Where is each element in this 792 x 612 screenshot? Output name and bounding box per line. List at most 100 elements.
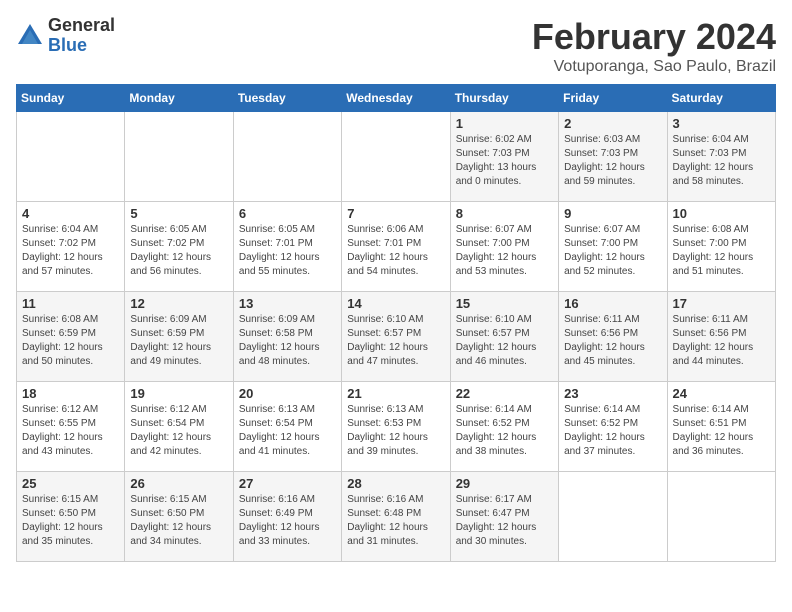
day-info: Sunrise: 6:13 AM Sunset: 6:53 PM Dayligh… (347, 403, 444, 459)
logo-blue: Blue (48, 36, 115, 56)
day-info: Sunrise: 6:16 AM Sunset: 6:49 PM Dayligh… (239, 493, 336, 549)
day-number: 6 (239, 206, 336, 221)
day-number: 12 (130, 296, 227, 311)
location-subtitle: Votuporanga, Sao Paulo, Brazil (532, 58, 776, 76)
day-number: 18 (22, 386, 119, 401)
weekday-header-wednesday: Wednesday (342, 85, 450, 112)
calendar-cell (125, 112, 233, 202)
calendar-table: SundayMondayTuesdayWednesdayThursdayFrid… (16, 84, 776, 562)
calendar-cell (342, 112, 450, 202)
day-number: 1 (456, 116, 553, 131)
calendar-cell: 27 Sunrise: 6:16 AM Sunset: 6:49 PM Dayli… (233, 472, 341, 562)
day-number: 25 (22, 476, 119, 491)
day-number: 3 (673, 116, 770, 131)
calendar-week-2: 4Sunrise: 6:04 AM Sunset: 7:02 PM Daylig… (17, 202, 776, 292)
day-number: 23 (564, 386, 661, 401)
calendar-cell: 12 Sunrise: 6:09 AM Sunset: 6:59 PM Dayli… (125, 292, 233, 382)
calendar-cell: 6Sunrise: 6:05 AM Sunset: 7:01 PM Daylig… (233, 202, 341, 292)
calendar-cell: 29Sunrise: 6:17 AM Sunset: 6:47 PM Dayli… (450, 472, 558, 562)
day-number: 13 (239, 296, 336, 311)
calendar-cell: 24 Sunrise: 6:14 AM Sunset: 6:51 PM Dayli… (667, 382, 775, 472)
calendar-cell: 20 Sunrise: 6:13 AM Sunset: 6:54 PM Dayli… (233, 382, 341, 472)
day-info: Sunrise: 6:14 AM Sunset: 6:52 PM Dayligh… (564, 403, 661, 459)
day-info: Sunrise: 6:12 AM Sunset: 6:54 PM Dayligh… (130, 403, 227, 459)
day-info: Sunrise: 6:04 AM Sunset: 7:03 PM Dayligh… (673, 133, 770, 189)
day-number: 24 (673, 386, 770, 401)
day-info: Sunrise: 6:05 AM Sunset: 7:02 PM Dayligh… (130, 223, 227, 279)
day-info: Sunrise: 6:08 AM Sunset: 7:00 PM Dayligh… (673, 223, 770, 279)
weekday-header-thursday: Thursday (450, 85, 558, 112)
day-number: 15 (456, 296, 553, 311)
day-info: Sunrise: 6:15 AM Sunset: 6:50 PM Dayligh… (22, 493, 119, 549)
calendar-cell: 2 Sunrise: 6:03 AM Sunset: 7:03 PM Daylig… (559, 112, 667, 202)
day-info: Sunrise: 6:09 AM Sunset: 6:58 PM Dayligh… (239, 313, 336, 369)
calendar-cell: 1 Sunrise: 6:02 AM Sunset: 7:03 PM Daylig… (450, 112, 558, 202)
calendar-cell (559, 472, 667, 562)
calendar-cell (233, 112, 341, 202)
calendar-week-1: 1 Sunrise: 6:02 AM Sunset: 7:03 PM Daylig… (17, 112, 776, 202)
logo-icon (16, 22, 44, 50)
day-number: 27 (239, 476, 336, 491)
day-number: 7 (347, 206, 444, 221)
day-info: Sunrise: 6:15 AM Sunset: 6:50 PM Dayligh… (130, 493, 227, 549)
day-info: Sunrise: 6:14 AM Sunset: 6:51 PM Dayligh… (673, 403, 770, 459)
weekday-header-saturday: Saturday (667, 85, 775, 112)
weekday-header-sunday: Sunday (17, 85, 125, 112)
calendar-cell: 5 Sunrise: 6:05 AM Sunset: 7:02 PM Daylig… (125, 202, 233, 292)
day-info: Sunrise: 6:10 AM Sunset: 6:57 PM Dayligh… (347, 313, 444, 369)
calendar-cell: 11 Sunrise: 6:08 AM Sunset: 6:59 PM Dayli… (17, 292, 125, 382)
calendar-week-3: 11 Sunrise: 6:08 AM Sunset: 6:59 PM Dayli… (17, 292, 776, 382)
day-info: Sunrise: 6:08 AM Sunset: 6:59 PM Dayligh… (22, 313, 119, 369)
day-number: 4 (22, 206, 119, 221)
day-info: Sunrise: 6:14 AM Sunset: 6:52 PM Dayligh… (456, 403, 553, 459)
day-number: 29 (456, 476, 553, 491)
calendar-header: SundayMondayTuesdayWednesdayThursdayFrid… (17, 85, 776, 112)
weekday-header-row: SundayMondayTuesdayWednesdayThursdayFrid… (17, 85, 776, 112)
day-info: Sunrise: 6:03 AM Sunset: 7:03 PM Dayligh… (564, 133, 661, 189)
calendar-cell (17, 112, 125, 202)
day-number: 10 (673, 206, 770, 221)
weekday-header-monday: Monday (125, 85, 233, 112)
weekday-header-friday: Friday (559, 85, 667, 112)
calendar-cell: 17Sunrise: 6:11 AM Sunset: 6:56 PM Dayli… (667, 292, 775, 382)
day-info: Sunrise: 6:09 AM Sunset: 6:59 PM Dayligh… (130, 313, 227, 369)
calendar-cell: 10 Sunrise: 6:08 AM Sunset: 7:00 PM Dayli… (667, 202, 775, 292)
day-number: 19 (130, 386, 227, 401)
day-info: Sunrise: 6:11 AM Sunset: 6:56 PM Dayligh… (673, 313, 770, 369)
logo-general: General (48, 16, 115, 36)
day-info: Sunrise: 6:07 AM Sunset: 7:00 PM Dayligh… (456, 223, 553, 279)
calendar-cell: 28 Sunrise: 6:16 AM Sunset: 6:48 PM Dayli… (342, 472, 450, 562)
calendar-cell: 26Sunrise: 6:15 AM Sunset: 6:50 PM Dayli… (125, 472, 233, 562)
day-info: Sunrise: 6:12 AM Sunset: 6:55 PM Dayligh… (22, 403, 119, 459)
calendar-cell: 23 Sunrise: 6:14 AM Sunset: 6:52 PM Dayli… (559, 382, 667, 472)
weekday-header-tuesday: Tuesday (233, 85, 341, 112)
day-number: 9 (564, 206, 661, 221)
calendar-cell (667, 472, 775, 562)
day-number: 22 (456, 386, 553, 401)
day-info: Sunrise: 6:02 AM Sunset: 7:03 PM Dayligh… (456, 133, 553, 189)
day-number: 28 (347, 476, 444, 491)
calendar-cell: 7 Sunrise: 6:06 AM Sunset: 7:01 PM Daylig… (342, 202, 450, 292)
calendar-cell: 22 Sunrise: 6:14 AM Sunset: 6:52 PM Dayli… (450, 382, 558, 472)
calendar-cell: 13 Sunrise: 6:09 AM Sunset: 6:58 PM Dayli… (233, 292, 341, 382)
day-number: 8 (456, 206, 553, 221)
day-info: Sunrise: 6:13 AM Sunset: 6:54 PM Dayligh… (239, 403, 336, 459)
day-number: 14 (347, 296, 444, 311)
day-info: Sunrise: 6:06 AM Sunset: 7:01 PM Dayligh… (347, 223, 444, 279)
calendar-week-4: 18 Sunrise: 6:12 AM Sunset: 6:55 PM Dayli… (17, 382, 776, 472)
day-number: 21 (347, 386, 444, 401)
page-header: General Blue February 2024 Votuporanga, … (16, 16, 776, 76)
logo-text: General Blue (48, 16, 115, 56)
day-number: 5 (130, 206, 227, 221)
day-number: 2 (564, 116, 661, 131)
month-title: February 2024 (532, 16, 776, 58)
calendar-cell: 25 Sunrise: 6:15 AM Sunset: 6:50 PM Dayli… (17, 472, 125, 562)
day-info: Sunrise: 6:11 AM Sunset: 6:56 PM Dayligh… (564, 313, 661, 369)
day-number: 16 (564, 296, 661, 311)
logo: General Blue (16, 16, 115, 56)
calendar-cell: 16 Sunrise: 6:11 AM Sunset: 6:56 PM Dayli… (559, 292, 667, 382)
day-info: Sunrise: 6:16 AM Sunset: 6:48 PM Dayligh… (347, 493, 444, 549)
day-number: 20 (239, 386, 336, 401)
day-number: 11 (22, 296, 119, 311)
calendar-cell: 21 Sunrise: 6:13 AM Sunset: 6:53 PM Dayli… (342, 382, 450, 472)
